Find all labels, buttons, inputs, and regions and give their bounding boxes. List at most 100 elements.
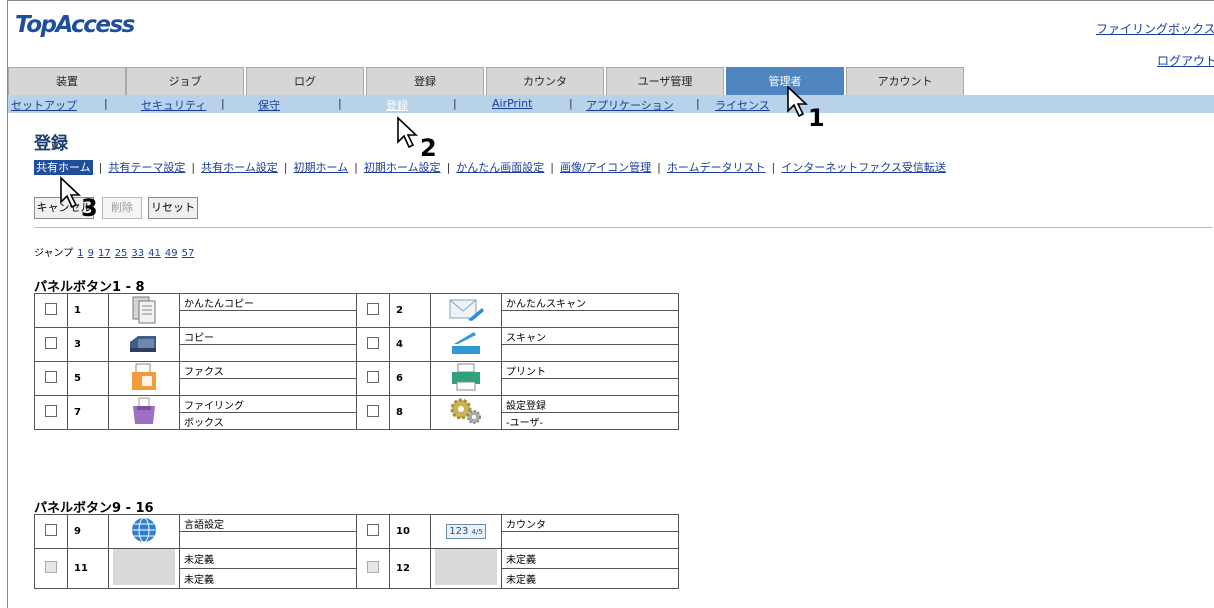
panel-label: 未定義 [501, 548, 679, 569]
tab-counter[interactable]: カウンタ [486, 67, 604, 95]
scan-envelope-icon [430, 293, 502, 328]
panel-number: 10 [389, 514, 431, 549]
sub-navigation: セットアップ | セキュリティ | 保守 | 登録 | AirPrint | ア… [8, 95, 1214, 113]
panel-label [501, 378, 679, 396]
link-easy-screen-settings[interactable]: かんたん画面設定 [456, 161, 544, 174]
link-home-data-list[interactable]: ホームデータリスト [667, 161, 766, 174]
globe-icon [108, 514, 180, 549]
reset-button[interactable]: リセット [148, 197, 198, 219]
panel-label [501, 310, 679, 328]
jump-link-17[interactable]: 17 [98, 248, 111, 259]
blank-icon [108, 548, 180, 589]
callout-number: 3 [81, 194, 98, 222]
jump-link-25[interactable]: 25 [115, 248, 128, 259]
jump-link-57[interactable]: 57 [182, 248, 195, 259]
tab-job[interactable]: ジョブ [126, 67, 244, 95]
panel-label [179, 310, 357, 328]
jump-links: ジャンプ 1 9 17 25 33 41 49 57 [34, 244, 194, 259]
panel-number: 3 [67, 327, 109, 362]
link-shared-theme-settings[interactable]: 共有テーマ設定 [108, 161, 185, 174]
panel-label: 未定義 [179, 548, 357, 569]
panel-number: 4 [389, 327, 431, 362]
checkbox[interactable] [45, 303, 57, 315]
page-title: 登録 [34, 134, 68, 154]
delete-button[interactable]: 削除 [102, 197, 142, 219]
checkbox[interactable] [45, 405, 57, 417]
checkbox[interactable] [45, 524, 57, 536]
link-shared-home[interactable]: 共有ホーム [34, 160, 93, 175]
jump-link-41[interactable]: 41 [148, 248, 161, 259]
panel-label: 未定義 [501, 568, 679, 589]
panel-label [179, 531, 357, 549]
checkbox[interactable] [367, 337, 379, 349]
panel-label: スキャン [501, 327, 679, 345]
checkbox[interactable] [367, 371, 379, 383]
panel-label: かんたんスキャン [501, 293, 679, 311]
link-internet-fax-forward[interactable]: インターネットファクス受信転送 [781, 161, 946, 174]
panel-label: ファイリング [179, 395, 357, 413]
scanner-icon [430, 327, 502, 362]
link-image-icon-management[interactable]: 画像/アイコン管理 [560, 161, 651, 174]
link-default-home[interactable]: 初期ホーム [294, 161, 349, 174]
panel-label: 設定登録 [501, 395, 679, 413]
tab-device[interactable]: 装置 [8, 67, 126, 95]
copy-icon [108, 293, 180, 328]
checkbox[interactable] [45, 371, 57, 383]
panel-label: かんたんコピー [179, 293, 357, 311]
panel-number: 9 [67, 514, 109, 549]
callout-number: 1 [808, 104, 825, 132]
tab-log[interactable]: ログ [246, 67, 364, 95]
panel-label: 未定義 [179, 568, 357, 589]
link-default-home-settings[interactable]: 初期ホーム設定 [364, 161, 441, 174]
jump-link-33[interactable]: 33 [131, 248, 144, 259]
checkbox[interactable] [367, 524, 379, 536]
filing-box-icon [108, 395, 180, 430]
panel-number: 2 [389, 293, 431, 328]
jump-link-9[interactable]: 9 [88, 248, 94, 259]
checkbox[interactable] [367, 303, 379, 315]
panel-number: 8 [389, 395, 431, 430]
tab-account[interactable]: アカウント [846, 67, 964, 95]
panel-label: ボックス [179, 412, 357, 430]
jump-link-49[interactable]: 49 [165, 248, 178, 259]
topaccess-logo: TopAccess [15, 12, 135, 38]
subnav-registration[interactable]: 登録 [386, 97, 408, 113]
subnav-airprint[interactable]: AirPrint [492, 97, 532, 110]
checkbox[interactable] [367, 561, 379, 573]
tab-registration[interactable]: 登録 [366, 67, 484, 95]
subnav-setup[interactable]: セットアップ [11, 97, 77, 113]
panel-label [501, 344, 679, 362]
filing-box-link[interactable]: ファイリングボックス [1096, 20, 1214, 37]
link-shared-home-settings[interactable]: 共有ホーム設定 [201, 161, 278, 174]
subnav-application[interactable]: アプリケーション [586, 97, 674, 113]
subnav-separator: | [453, 97, 457, 110]
panel-button-table: 9 言語設定 10 123 4/5 カウンタ 11 未定義 12 未定義 未定義… [34, 514, 679, 589]
checkbox[interactable] [45, 337, 57, 349]
panel-label: カウンタ [501, 514, 679, 532]
subnav-separator: | [104, 97, 108, 110]
registration-links: 共有ホーム | 共有テーマ設定 | 共有ホーム設定 | 初期ホーム | 初期ホーム設定 | かんたん… [34, 160, 946, 175]
tab-user-management[interactable]: ユーザ管理 [606, 67, 724, 95]
counter-icon-fraction: 4/5 [471, 528, 483, 536]
panel-number: 7 [67, 395, 109, 430]
subnav-security[interactable]: セキュリティ [141, 97, 206, 113]
subnav-maintenance[interactable]: 保守 [258, 97, 280, 113]
gears-icon [430, 395, 502, 430]
panel-button-table: 1 かんたんコピー 2 かんたんスキャン 3 コピー 4 スキャン 5 ファクス… [34, 293, 679, 430]
subnav-license[interactable]: ライセンス [715, 97, 770, 113]
panel-label [179, 378, 357, 396]
panel-number: 1 [67, 293, 109, 328]
panel-label: -ユーザ- [501, 412, 679, 430]
subnav-separator: | [338, 97, 342, 110]
panel-label: コピー [179, 327, 357, 345]
checkbox[interactable] [45, 561, 57, 573]
counter-icon-digits: 123 [449, 526, 469, 537]
blank-icon [430, 548, 502, 589]
checkbox[interactable] [367, 405, 379, 417]
panel-label: プリント [501, 361, 679, 379]
panel-number: 11 [67, 548, 109, 589]
jump-link-1[interactable]: 1 [77, 248, 83, 259]
panel-label: 言語設定 [179, 514, 357, 532]
tab-administrator[interactable]: 管理者 [726, 67, 844, 95]
fax-icon [108, 361, 180, 396]
